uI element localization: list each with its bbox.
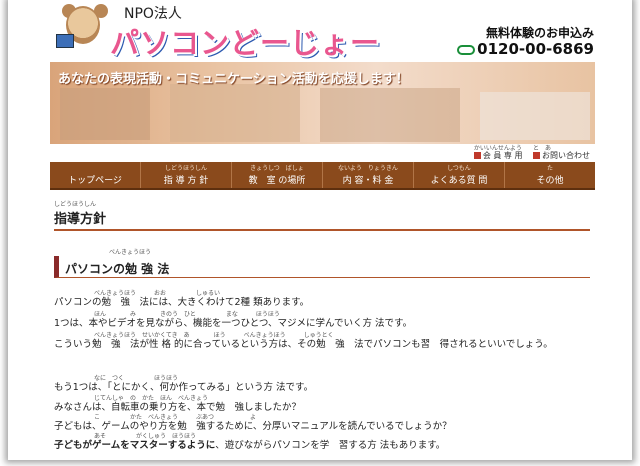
paragraph-text: みなさんは、自転車の乗り方を、本で勉 強しましたか？: [54, 402, 302, 413]
banner-photo: [60, 88, 150, 140]
nav-label: よくある質 問: [430, 176, 488, 186]
paragraph-text: 1つは、本やビデオを見ながら、機能を一つひとつ、マジメに学んでいく方 法です。: [54, 318, 413, 329]
paragraph: べんきょうほう おお しゅるい パソコンの勉 強 法には、大きくわけて2種 類あり…: [54, 290, 590, 309]
paragraph-text: もう1つは、「とにかく、何か作ってみる」という方 法です。: [54, 382, 314, 393]
ruby-text: べんきょうほう せいかくてき あ ほう べんきょうほう しゅうとく: [94, 332, 334, 339]
ruby-text: かいいんせんよう: [473, 145, 522, 152]
page-title-text: 指導方針: [54, 212, 107, 227]
members-only-label: 会 員 専 用: [482, 151, 523, 160]
paragraph: なに つく ほうほう もう1つは、「とにかく、何か作ってみる」という方 法です。: [54, 375, 590, 394]
nav-label: トップページ: [68, 176, 122, 186]
laptop-icon: [56, 34, 74, 48]
page-container: NPO法人 パソコンどーじょー 無料体験のお申込み 0120-00-6869 あ…: [48, 0, 596, 460]
ruby-text: こ かた べんきょう ぶあつ よ: [94, 414, 257, 421]
ruby-text: しつもん: [447, 165, 471, 172]
page-title: しどうほうしん指導方針: [54, 201, 590, 231]
nav-label: 教 室 の場所: [248, 176, 306, 186]
freedial-icon: [457, 44, 476, 55]
hero-banner: あなたの表現活動・コミュニケーション活動を応援します！: [50, 62, 595, 144]
banner-tagline: あなたの表現活動・コミュニケーション活動を応援します！: [58, 72, 409, 87]
phone-number[interactable]: 0120-00-6869: [457, 40, 594, 58]
section-heading-text: パソコンの勉 強 法: [65, 262, 170, 276]
arrow-icon: [473, 152, 481, 159]
ruby-text: しどうほうしん: [164, 165, 207, 172]
members-only-link[interactable]: かいいんせんよう会 員 専 用: [473, 143, 523, 161]
ruby-text: た: [546, 165, 553, 172]
arrow-icon: [533, 152, 540, 159]
emphasis-text: 子どもがゲームをマスターするように: [54, 440, 216, 451]
paragraph-text: こういう勉 強 法が性 格 的に合っているという方は、その勉 強 法でパソコンも…: [54, 339, 553, 350]
ruby-text: なに つく ほうほう: [94, 375, 179, 382]
paragraph-text: 、遊びながらパソコンを学 習する方 法もあります。: [215, 440, 446, 451]
paragraph: じてんしゃ の かた ほん べんきょう みなさんは、自転車の乗り方を、本で勉 強し…: [54, 395, 590, 414]
nav-item-policy[interactable]: しどうほうしん指 導 方 針: [141, 162, 232, 188]
paragraph-text: パソコンの勉 強 法には、大きくわけて2種 類あります。: [54, 297, 310, 308]
ruby-text: べんきょうほう おお しゅるい: [94, 290, 221, 297]
nav-item-other[interactable]: たその他: [505, 162, 595, 188]
banner-photo: [320, 88, 460, 142]
ruby-text: じてんしゃ の かた ほん べんきょう: [94, 395, 209, 402]
banner-photo: [170, 84, 300, 142]
utility-links: かいいんせんよう会 員 専 用 と あお問い合わせ: [466, 143, 590, 161]
nav-item-top[interactable]: トップページ: [50, 162, 141, 188]
ruby-text: きょうしつ ばしょ: [250, 165, 304, 172]
contact-link[interactable]: と あお問い合わせ: [533, 143, 590, 161]
site-logo-text[interactable]: パソコンどーじょー: [110, 20, 380, 62]
ruby-text: あそ がくしゅう ほうほう: [94, 433, 197, 440]
section-heading: べんきょうほうパソコンの勉 強 法: [54, 249, 590, 278]
paragraph: べんきょうほう せいかくてき あ ほう べんきょうほう しゅうとく こういう勉 強…: [54, 332, 590, 351]
nav-label: 内 容・料 金: [342, 176, 394, 186]
ruby-text: ほん み きのう ひと まな ほうほう: [94, 311, 280, 318]
paragraph-text: 子どもは、ゲームのやり方を勉 強するために、分厚いマニュアルを読んでいるでしょう…: [54, 421, 452, 432]
nav-item-faq[interactable]: しつもんよくある質 問: [414, 162, 505, 188]
nav-item-pricing[interactable]: ないよう りょうきん内 容・料 金: [323, 162, 414, 188]
banner-photo-laptop: [480, 92, 590, 140]
ruby-text: しどうほうしん: [54, 201, 97, 208]
ruby-text: と あ: [533, 145, 552, 152]
paragraph: ほん み きのう ひと まな ほうほう 1つは、本やビデオを見ながら、機能を一つひ…: [54, 311, 590, 330]
phone-number-text: 0120-00-6869: [477, 40, 594, 58]
ruby-text: ないよう りょうきん: [338, 165, 398, 172]
free-trial-heading: 無料体験のお申込み: [485, 26, 594, 40]
contact-label: お問い合わせ: [542, 151, 590, 160]
ruby-text: べんきょうほう: [109, 249, 152, 256]
paragraph: こ かた べんきょう ぶあつ よ子どもは、ゲームのやり方を勉 強するために、分厚…: [54, 414, 590, 433]
nav-label: その他: [536, 176, 564, 186]
paragraph: あそ がくしゅう ほうほう 子どもがゲームをマスターするように、遊びながらパソコン…: [54, 433, 590, 452]
nav-item-location[interactable]: きょうしつ ばしょ教 室 の場所: [232, 162, 323, 188]
page-frame: NPO法人 パソコンどーじょー 無料体験のお申込み 0120-00-6869 あ…: [8, 0, 632, 460]
nav-label: 指 導 方 針: [163, 176, 209, 186]
main-nav: トップページ しどうほうしん指 導 方 針 きょうしつ ばしょ教 室 の場所 な…: [50, 162, 595, 190]
